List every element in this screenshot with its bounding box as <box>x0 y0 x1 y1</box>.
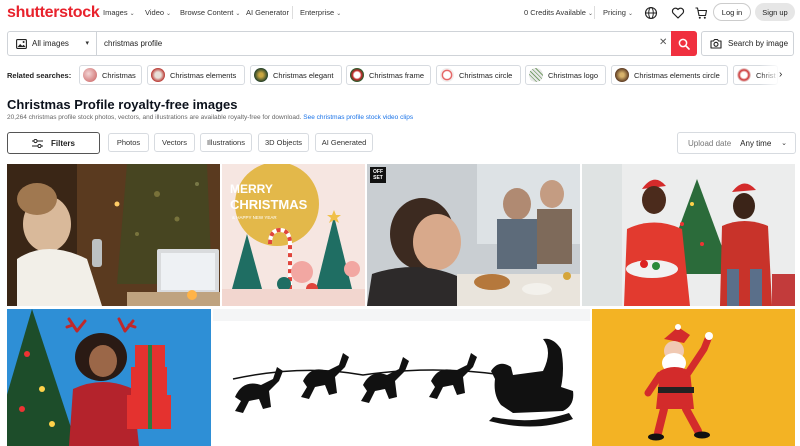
filter-vectors[interactable]: Vectors <box>154 133 195 152</box>
photo <box>7 309 211 446</box>
photo <box>582 164 795 306</box>
chip-thumbnail <box>737 68 751 82</box>
chips-fade <box>760 63 780 87</box>
photo <box>592 309 795 446</box>
illustration: MERRY CHRISTMAS & HAPPY NEW YEAR <box>222 164 365 306</box>
offset-badge: OFF SET <box>370 167 386 183</box>
globe-icon[interactable] <box>644 6 658 20</box>
upload-date-select[interactable]: Upload date Any time ⌄ <box>677 132 796 154</box>
result-image-santa-dancing[interactable] <box>592 309 795 446</box>
result-image-woman-laptop[interactable] <box>7 164 220 306</box>
nav-ai-generator[interactable]: AI Generator <box>246 8 289 17</box>
chevron-down-icon: ⌄ <box>235 11 241 17</box>
illustration <box>213 309 590 446</box>
page-title: Christmas Profile royalty-free images <box>7 97 238 112</box>
signup-button[interactable]: Sign up <box>755 3 795 21</box>
result-image-merry-christmas-card[interactable]: MERRY CHRISTMAS & HAPPY NEW YEAR <box>222 164 365 306</box>
card-title-2: CHRISTMAS <box>230 197 308 212</box>
result-image-couple-gifts[interactable] <box>582 164 795 306</box>
chevron-down-icon: ▾ <box>85 40 89 47</box>
photo <box>7 164 220 306</box>
chevron-down-icon: ⌄ <box>336 11 342 17</box>
chip-thumbnail <box>350 68 364 82</box>
sliders-icon <box>31 138 43 148</box>
filter-ai-generated[interactable]: AI Generated <box>315 133 373 152</box>
related-chip-christmas-elegant[interactable]: Christmas elegant <box>250 65 342 85</box>
chevron-down-icon: ⌄ <box>627 11 633 17</box>
heart-icon[interactable] <box>671 6 685 20</box>
filter-3d-objects[interactable]: 3D Objects <box>258 133 309 152</box>
related-searches-label: Related searches: <box>7 71 72 80</box>
shutterstock-logo[interactable]: shutterstock <box>7 4 100 22</box>
card-subtitle: & HAPPY NEW YEAR <box>232 215 277 220</box>
related-chip-christmas[interactable]: Christmas <box>79 65 142 85</box>
credits-link[interactable]: 0 Credits Available ⌄ <box>524 8 593 17</box>
related-chip-christmas-frame[interactable]: Christmas frame <box>346 65 431 85</box>
result-image-santa-sleigh-silhouette[interactable] <box>213 309 590 446</box>
related-chip-christmas-logo[interactable]: Christmas logo <box>525 65 606 85</box>
chevron-down-icon: ⌄ <box>587 11 594 17</box>
photo <box>367 164 580 306</box>
clear-search-icon[interactable]: ✕ <box>659 37 667 48</box>
related-chip-christmas-circle[interactable]: Christmas circle <box>436 65 521 85</box>
chip-thumbnail <box>440 68 454 82</box>
results-summary: 20,264 christmas profile stock photos, v… <box>7 114 414 121</box>
card-title: MERRY <box>230 182 273 196</box>
search-bar: All images ▾ ✕ <box>7 31 697 56</box>
search-input[interactable] <box>104 35 644 52</box>
related-chip-christmas-elements-circle[interactable]: Christmas elements circle <box>611 65 728 85</box>
chip-thumbnail <box>83 68 97 82</box>
chevron-down-icon: ⌄ <box>166 11 172 17</box>
chevron-down-icon: ⌄ <box>781 140 787 147</box>
login-button[interactable]: Log in <box>713 3 751 21</box>
nav-video[interactable]: Video ⌄ <box>145 8 171 17</box>
related-chip-christmas-elements[interactable]: Christmas elements <box>147 65 245 85</box>
result-image-family-dinner[interactable]: OFF SET <box>367 164 580 306</box>
chip-thumbnail <box>615 68 629 82</box>
chip-thumbnail <box>254 68 268 82</box>
chip-thumbnail <box>529 68 543 82</box>
chevron-right-icon[interactable]: › <box>779 69 782 80</box>
video-clips-link[interactable]: See christmas profile stock video clips <box>303 114 413 121</box>
search-by-image-button[interactable]: Search by image <box>701 31 794 56</box>
nav-images[interactable]: Images ⌄ <box>103 8 135 17</box>
search-button[interactable] <box>671 31 697 56</box>
filters-button[interactable]: Filters <box>7 132 100 154</box>
nav-enterprise[interactable]: Enterprise ⌄ <box>300 8 341 17</box>
result-image-woman-antlers-gifts[interactable] <box>7 309 211 446</box>
nav-divider <box>594 6 595 19</box>
chip-thumbnail <box>151 68 165 82</box>
cart-icon[interactable] <box>694 6 708 20</box>
search-icon <box>678 38 690 50</box>
media-type-select[interactable]: All images ▾ <box>8 32 97 55</box>
nav-divider <box>292 6 293 19</box>
top-nav: shutterstock Images ⌄ Video ⌄ Browse Conte… <box>0 0 800 26</box>
nav-browse-content[interactable]: Browse Content ⌄ <box>180 8 240 17</box>
filter-photos[interactable]: Photos <box>108 133 149 152</box>
image-icon <box>16 38 27 49</box>
camera-icon <box>710 38 722 49</box>
pricing-link[interactable]: Pricing ⌄ <box>603 8 633 17</box>
chevron-down-icon: ⌄ <box>129 11 135 17</box>
filter-illustrations[interactable]: Illustrations <box>200 133 252 152</box>
